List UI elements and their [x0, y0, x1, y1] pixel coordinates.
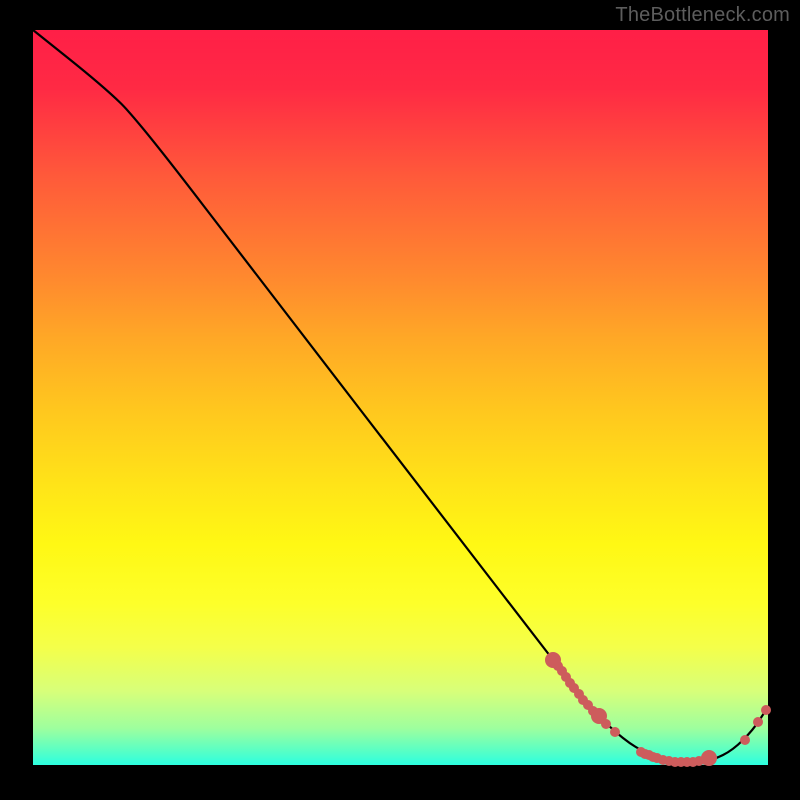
plot-area — [33, 30, 768, 765]
data-point — [761, 705, 771, 715]
data-point — [740, 735, 750, 745]
data-point — [753, 717, 763, 727]
chart-container: TheBottleneck.com — [0, 0, 800, 800]
data-point — [610, 727, 620, 737]
bottleneck-curve — [33, 30, 766, 763]
data-markers — [545, 652, 771, 767]
data-point-large — [701, 750, 717, 766]
data-point-large — [591, 708, 607, 724]
watermark-text: TheBottleneck.com — [615, 4, 790, 27]
chart-svg — [33, 30, 768, 765]
data-point-large — [545, 652, 561, 668]
